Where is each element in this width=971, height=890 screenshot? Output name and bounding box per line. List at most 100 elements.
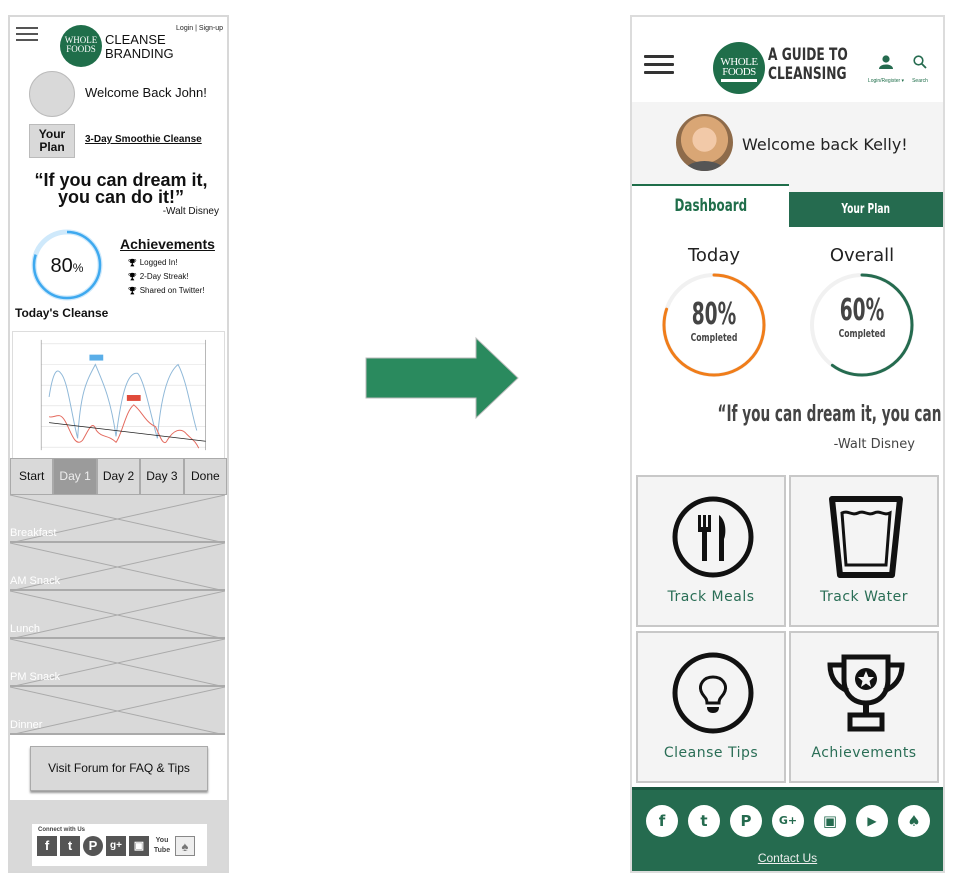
day-tab-done[interactable]: Done [183,458,227,495]
meal-label: AM Snack [10,575,61,587]
quote-text: “If you can dream it, you can do it!” [632,402,943,427]
water-glass-icon [829,496,903,578]
hamburger-menu-icon[interactable] [16,27,38,41]
brand-title: CLEANSE BRANDING [105,33,174,61]
achievement-item: 2-Day Streak! [128,270,205,284]
pinterest-icon[interactable]: P [730,805,762,837]
title-line: A GUIDE TO [768,45,848,65]
twitter-icon[interactable]: t [60,836,80,856]
connect-label: Connect with Us [38,827,86,833]
achievement-item: Logged In! [128,256,205,270]
progress-value: 80% [31,255,103,278]
day-tab-start[interactable]: Start [10,458,54,495]
login-register-label: Login/Register ▾ [867,78,905,84]
quote-author: -Walt Disney [162,206,219,217]
logo-line: FOODS [66,44,96,54]
pinterest-icon[interactable]: P [83,836,103,856]
welcome-text: Welcome Back John! [85,85,207,100]
snapchat-icon[interactable]: ♠ [898,805,930,837]
meal-label: Breakfast [10,527,57,539]
tile-track-meals[interactable]: Track Meals [636,475,786,627]
facebook-icon[interactable]: f [646,805,678,837]
user-avatar[interactable] [676,114,733,171]
meal-pm-snack[interactable]: PM Snack [10,639,225,687]
day-tab-day-3[interactable]: Day 3 [140,458,184,495]
logo-market-bar [721,79,757,82]
logo-line: FOODS [722,66,756,78]
image-placeholder-icon [10,591,225,637]
social-icons: f t P G+ ▣ ▶ ♠ [646,805,930,837]
app-title: A GUIDE TO CLEANSING [768,46,848,84]
whole-foods-logo: WHOLE FOODS [713,42,765,94]
tab-dashboard[interactable]: Dashboard [632,184,789,227]
login-register-button[interactable]: Login/Register ▾ [866,55,906,87]
hamburger-menu-icon[interactable] [644,55,674,75]
lightbulb-icon [672,652,754,734]
achievements-list: Logged In! 2-Day Streak! Shared on Twitt… [128,256,205,298]
login-signup-link[interactable]: Login | Sign-up [176,25,223,32]
chart-marker-red [126,395,141,401]
today-gauge-value: 80% Completed [659,299,769,345]
main-tabs: Dashboard Your Plan [632,184,943,227]
achievements-title[interactable]: Achievements [120,236,215,252]
avatar-placeholder [29,71,75,117]
meal-label: Dinner [10,719,43,731]
trophy-icon [827,654,905,732]
brand-line: CLEANSE [105,32,166,47]
chart-placeholder [12,331,225,461]
chart-marker-blue [89,354,104,361]
quote-text: “If you can dream it, you can do it!” [34,170,208,207]
mockup-screen: WHOLE FOODS A GUIDE TO CLEANSING Login/R… [630,15,945,873]
fork-knife-icon [672,496,754,578]
facebook-icon[interactable]: f [37,836,57,856]
youtube-icon[interactable]: ▶ [856,805,888,837]
day-tab-day-1[interactable]: Day 1 [53,458,97,495]
overall-gauge-value: 60% Completed [807,293,917,341]
welcome-text: Welcome back Kelly! [742,135,908,154]
search-icon [913,55,927,69]
day-tabs: Start Day 1 Day 2 Day 3 Done [10,458,227,495]
plan-link[interactable]: 3-Day Smoothie Cleanse [85,134,202,145]
quote-body: “If you can dream it, you can do it!” [717,402,943,427]
todays-cleanse-heading: Today's Cleanse [15,306,109,320]
visit-forum-button[interactable]: Visit Forum for FAQ & Tips [30,746,208,791]
day-tab-day-2[interactable]: Day 2 [96,458,141,495]
meal-breakfast[interactable]: Breakfast [10,495,225,543]
tile-achievements[interactable]: Achievements [789,631,939,783]
gauge-percent: 60% [839,293,885,328]
title-line: CLEANSING [768,64,847,84]
quote-author: -Walt Disney [833,437,915,452]
tab-label: Your Plan [841,202,891,217]
instagram-icon[interactable]: ▣ [129,836,149,856]
right-arrow-icon [365,336,519,420]
wireframe-footer: Connect with Us f t P g+ ▣ You Tube ♠ [10,800,227,871]
contact-us-link[interactable]: Contact Us [632,851,943,865]
tile-label: Cleanse Tips [663,745,759,761]
app-footer: f t P G+ ▣ ▶ ♠ Contact Us [632,787,943,871]
youtube-icon[interactable]: You Tube [152,836,172,856]
today-label: Today [687,245,741,266]
meal-dinner[interactable]: Dinner [10,687,225,735]
meal-lunch[interactable]: Lunch [10,591,225,639]
tile-label: Achievements [811,745,917,761]
instagram-icon[interactable]: ▣ [814,805,846,837]
gauge-sublabel: Completed [690,331,738,344]
meal-am-snack[interactable]: AM Snack [10,543,225,591]
tile-cleanse-tips[interactable]: Cleanse Tips [636,631,786,783]
google-plus-icon[interactable]: g+ [106,836,126,856]
overall-label: Overall [829,245,895,266]
social-icons: f t P g+ ▣ You Tube ♠ [32,833,207,856]
snapchat-icon[interactable]: ♠ [175,836,195,856]
wireframe-screen: WHOLE FOODS CLEANSE BRANDING Login | Sig… [8,15,229,873]
tile-track-water[interactable]: Track Water [789,475,939,627]
search-button[interactable]: Search [909,55,931,87]
app-header: WHOLE FOODS A GUIDE TO CLEANSING Login/R… [632,17,943,102]
brand-line: BRANDING [105,46,174,61]
tile-label: Track Water [820,589,908,605]
twitter-icon[interactable]: t [688,805,720,837]
tab-your-plan[interactable]: Your Plan [789,192,943,227]
meal-label: Lunch [10,623,40,635]
google-plus-icon[interactable]: G+ [772,805,804,837]
your-plan-button[interactable]: Your Plan [29,124,75,158]
progress-number: 80 [50,255,73,277]
